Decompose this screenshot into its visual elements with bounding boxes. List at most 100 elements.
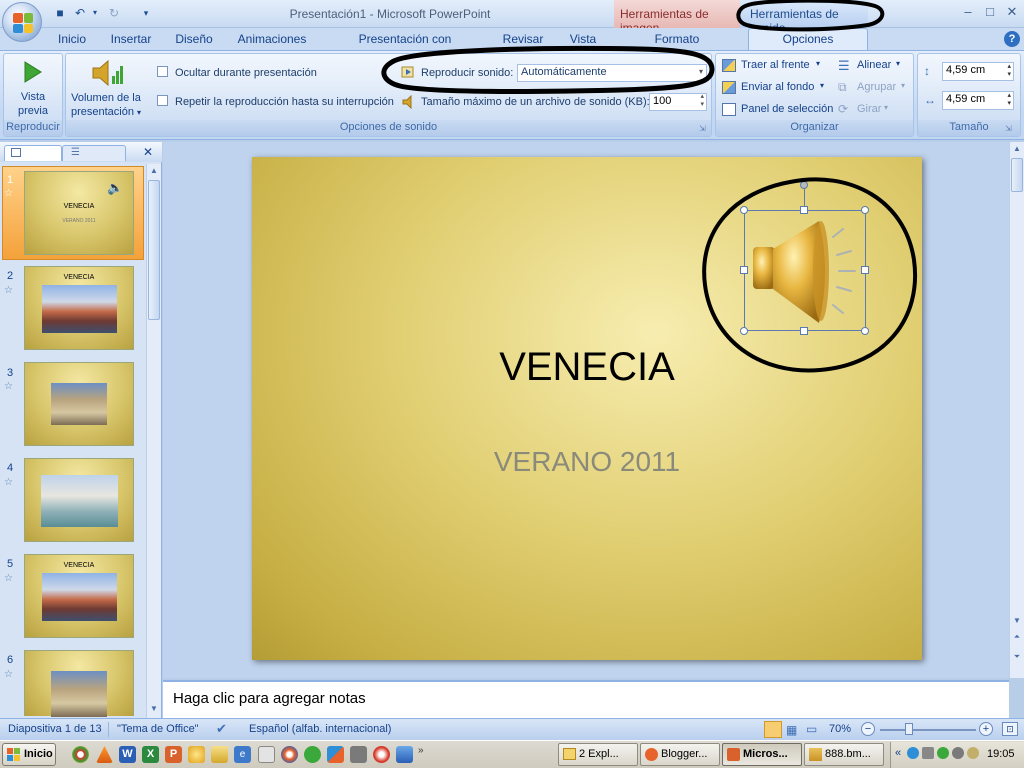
tray-volume-icon[interactable]	[922, 747, 934, 759]
spelling-check-icon[interactable]: ✔	[216, 721, 227, 737]
slide-title[interactable]: VENECIA	[252, 345, 922, 390]
slide-thumbnail-4[interactable]	[24, 458, 134, 542]
zoom-in-icon[interactable]: +	[979, 722, 993, 736]
send-back-button[interactable]: Enviar al fondo ▾	[722, 80, 832, 96]
undo-dropdown-icon[interactable]: ▾	[90, 5, 100, 21]
tab-insertar[interactable]: Insertar	[106, 31, 156, 50]
clock[interactable]: 19:05	[987, 748, 1015, 760]
save-icon[interactable]: ■	[52, 5, 68, 21]
paint-icon[interactable]	[396, 746, 413, 763]
bring-front-button[interactable]: Traer al frente ▾	[722, 58, 832, 74]
tray-antivirus-icon[interactable]	[937, 747, 949, 759]
resize-handle-se[interactable]	[861, 327, 869, 335]
hide-during-show-checkbox[interactable]	[157, 66, 168, 77]
taskbar-explorer[interactable]: 2 Expl...	[558, 743, 638, 766]
sound-object[interactable]	[744, 210, 866, 331]
scroll-down-icon[interactable]: ▼	[147, 702, 161, 716]
slide-thumbnail-3[interactable]	[24, 362, 134, 446]
maximize-button[interactable]: □	[980, 3, 1000, 21]
preview-button[interactable]: Vista previa	[6, 56, 60, 118]
tab-revisar[interactable]: Revisar	[498, 31, 548, 50]
loop-checkbox[interactable]	[157, 95, 168, 106]
normal-view-icon[interactable]	[764, 721, 782, 738]
close-button[interactable]: ✕	[1002, 3, 1022, 21]
slide-thumbnail-5[interactable]: VENECIA	[24, 554, 134, 638]
chrome-icon[interactable]	[72, 746, 89, 763]
slides-panel-scrollbar[interactable]: ▲ ▼	[146, 164, 161, 718]
resize-handle-nw[interactable]	[740, 206, 748, 214]
slide-sorter-icon[interactable]: ▦	[786, 723, 797, 737]
scroll-thumb[interactable]	[1011, 158, 1023, 192]
slide-thumbnail-1[interactable]: 🔈 VENECIA VERANO 2011	[24, 171, 134, 255]
folder-icon[interactable]	[211, 746, 228, 763]
picasa-icon[interactable]	[327, 746, 344, 763]
selection-pane-button[interactable]: Panel de selección	[722, 102, 834, 118]
firefox-icon[interactable]	[281, 746, 298, 763]
tab-outline[interactable]: ☰	[62, 145, 126, 161]
max-size-spinner[interactable]: 100 ▴ ▾	[649, 93, 707, 111]
word-icon[interactable]: W	[119, 746, 136, 763]
resize-handle-w[interactable]	[740, 266, 748, 274]
tab-presentacion[interactable]: Presentación con diapositivas	[326, 31, 484, 63]
excel-icon[interactable]: X	[142, 746, 159, 763]
language-indicator[interactable]: Español (alfab. internacional)	[249, 723, 391, 735]
height-spinner[interactable]: 4,59 cm ▴ ▾	[942, 62, 1014, 81]
rotation-handle[interactable]	[800, 181, 808, 189]
size-dialog-launcher-icon[interactable]: ⇲	[1005, 124, 1014, 133]
close-panel-icon[interactable]: ✕	[143, 145, 153, 159]
taskbar-paint[interactable]: 888.bm...	[804, 743, 884, 766]
theme-name[interactable]: "Tema de Office"	[117, 723, 199, 735]
taskbar-blogger[interactable]: Blogger...	[640, 743, 720, 766]
start-button[interactable]: Inicio	[2, 743, 56, 766]
dialog-launcher-icon[interactable]: ⇲	[699, 124, 708, 133]
zoom-slider-track[interactable]	[880, 729, 976, 731]
sound-tools-context-tab[interactable]: Herramientas de sonido	[740, 0, 868, 35]
zoom-slider-thumb[interactable]	[905, 723, 913, 735]
redo-icon[interactable]: ↻	[106, 5, 122, 21]
spotify-icon[interactable]	[304, 746, 321, 763]
scroll-up-icon[interactable]: ▲	[1010, 144, 1024, 156]
previous-slide-icon[interactable]: ⏶	[1010, 632, 1024, 644]
office-button[interactable]	[2, 2, 42, 42]
image-tools-context-tab[interactable]: Herramientas de imagen	[614, 0, 740, 35]
undo-icon[interactable]: ↶	[72, 5, 88, 21]
help-icon[interactable]: ?	[1004, 31, 1020, 47]
tab-formato[interactable]: Formato	[650, 31, 704, 50]
next-slide-icon[interactable]: ⏷	[1010, 652, 1024, 664]
zoom-out-icon[interactable]: −	[861, 722, 875, 736]
opera-icon[interactable]	[373, 746, 390, 763]
quicklaunch-expand-icon[interactable]: »	[418, 745, 426, 765]
taskbar-powerpoint[interactable]: Micros...	[722, 743, 802, 766]
slide-thumbnail-6[interactable]	[24, 650, 134, 717]
tab-opciones[interactable]: Opciones	[748, 28, 868, 51]
resize-handle-sw[interactable]	[740, 327, 748, 335]
resize-handle-s[interactable]	[800, 327, 808, 335]
rotate-button[interactable]: ⟳ Girar ▾	[838, 102, 910, 118]
resize-handle-e[interactable]	[861, 266, 869, 274]
minimize-button[interactable]: –	[958, 3, 978, 21]
tab-animaciones[interactable]: Animaciones	[236, 31, 308, 50]
slide-vertical-scrollbar[interactable]: ▲ ▼ ⏶ ⏷	[1009, 142, 1024, 678]
slide-subtitle[interactable]: VERANO 2011	[252, 446, 922, 478]
width-spinner[interactable]: 4,59 cm ▴ ▾	[942, 91, 1014, 110]
resize-handle-ne[interactable]	[861, 206, 869, 214]
tab-inicio[interactable]: Inicio	[52, 31, 92, 50]
tab-vista[interactable]: Vista	[564, 31, 602, 50]
fit-to-window-icon[interactable]: ⊡	[1002, 722, 1018, 736]
tray-expand-icon[interactable]: «	[895, 747, 901, 759]
scroll-down-icon[interactable]: ▼	[1010, 616, 1024, 628]
tray-clock-icon[interactable]	[967, 747, 979, 759]
play-sound-select[interactable]: Automáticamente ▾	[517, 64, 707, 82]
zoom-level[interactable]: 70%	[829, 723, 851, 735]
tab-diseno[interactable]: Diseño	[170, 31, 218, 50]
tab-slides[interactable]	[4, 145, 62, 161]
scroll-thumb[interactable]	[148, 180, 160, 320]
volume-button[interactable]: Volumen de la presentación ▾	[68, 56, 144, 118]
group-button[interactable]: ⧉ Agrupar ▾	[838, 80, 910, 96]
notes-pane[interactable]: Haga clic para agregar notas	[163, 680, 1009, 718]
media-icon[interactable]	[188, 746, 205, 763]
resize-handle-n[interactable]	[800, 206, 808, 214]
tray-network-icon[interactable]	[907, 747, 919, 759]
slideshow-view-icon[interactable]: ▭	[806, 722, 817, 736]
window-icon[interactable]	[258, 746, 275, 763]
